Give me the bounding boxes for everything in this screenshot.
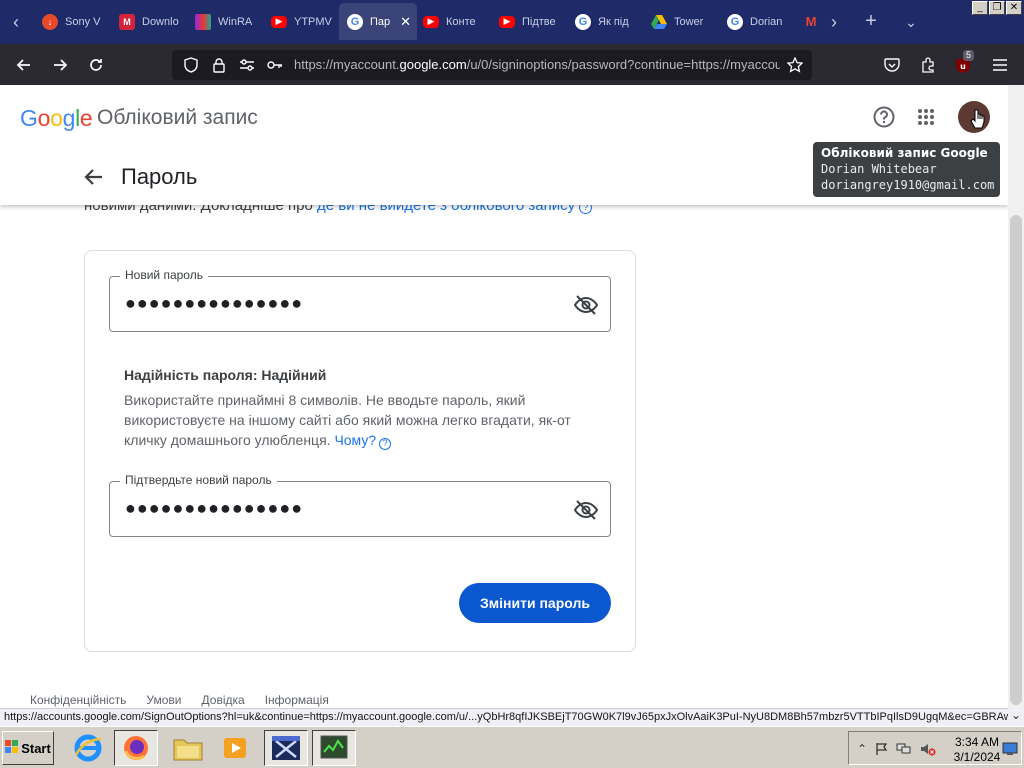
youtube-icon: ▶ bbox=[423, 15, 439, 28]
new-tab-icon[interactable]: + bbox=[860, 10, 882, 34]
google-logo[interactable]: Google bbox=[20, 105, 93, 132]
tooltip-name: Dorian Whitebear bbox=[821, 162, 937, 176]
permissions-icon[interactable] bbox=[238, 56, 256, 74]
tab-gmail[interactable]: M bbox=[795, 3, 819, 40]
url-text[interactable]: https://myaccount.google.com/u/0/signino… bbox=[294, 57, 780, 72]
web-page: новими даними. Докладніше про де ви не в… bbox=[0, 85, 1008, 708]
password-form-card: Новий пароль ●●●●●●●●●●●●●●● Надійність … bbox=[84, 250, 636, 652]
m-logo-icon: M bbox=[119, 13, 135, 30]
footer-link-about[interactable]: Інформація bbox=[265, 693, 329, 707]
media-player-icon[interactable] bbox=[214, 730, 258, 766]
close-window-icon[interactable]: ✕ bbox=[1006, 1, 1022, 15]
network-icon[interactable] bbox=[895, 740, 913, 758]
forward-icon[interactable] bbox=[47, 52, 73, 78]
page-title: Пароль bbox=[121, 164, 198, 189]
google-drive-icon bbox=[651, 14, 667, 30]
tab-download[interactable]: M Downlo bbox=[111, 3, 189, 40]
google-g-icon: G bbox=[575, 13, 591, 30]
extension-badge: 5 bbox=[963, 50, 975, 61]
action-center-flag-icon[interactable] bbox=[873, 740, 891, 758]
winrar-icon bbox=[195, 13, 211, 30]
google-g-icon: G bbox=[727, 13, 743, 30]
hide-password-eye-icon[interactable] bbox=[572, 291, 600, 319]
gmail-icon: M bbox=[805, 14, 817, 29]
clock-date: 3/1/2024 bbox=[953, 750, 1001, 764]
bookmark-star-icon[interactable] bbox=[786, 56, 804, 74]
browser-tab-bar: ‹ ↓ Sony V M Downlo WinRA ▶ YTPMV G Пар … bbox=[0, 0, 1024, 44]
reload-icon[interactable] bbox=[83, 52, 109, 78]
back-arrow-icon[interactable] bbox=[80, 164, 106, 190]
tab-winrar[interactable]: WinRA bbox=[187, 3, 265, 40]
new-password-value[interactable]: ●●●●●●●●●●●●●●● bbox=[125, 293, 303, 314]
list-tabs-icon[interactable]: ⌄ bbox=[900, 10, 922, 34]
account-title: Обліковий запис bbox=[97, 106, 258, 129]
minimize-window-icon[interactable]: _ bbox=[972, 1, 988, 15]
file-explorer-folder-icon[interactable] bbox=[166, 730, 210, 766]
browser-toolbar: https://myaccount.google.com/u/0/signino… bbox=[0, 44, 1024, 85]
help-icon[interactable] bbox=[870, 103, 898, 131]
tabs-scroll-left-icon[interactable]: ‹ bbox=[4, 10, 28, 34]
scrollbar-thumb[interactable] bbox=[1010, 215, 1022, 705]
download-icon: ↓ bbox=[42, 13, 58, 30]
lock-icon[interactable] bbox=[210, 56, 228, 74]
footer-link-terms[interactable]: Умови bbox=[146, 693, 181, 707]
system-tray: ⌃ 3:34 AM 3/1/2024 bbox=[848, 731, 1022, 765]
change-password-button[interactable]: Змінити пароль bbox=[459, 583, 611, 623]
tab-content[interactable]: ▶ Конте bbox=[415, 3, 493, 40]
tab-confirm[interactable]: ▶ Підтве bbox=[491, 3, 569, 40]
youtube-icon: ▶ bbox=[271, 15, 287, 28]
confirm-password-label: Підтвердьте новий пароль bbox=[120, 473, 277, 487]
new-password-field[interactable]: Новий пароль ●●●●●●●●●●●●●●● bbox=[109, 268, 611, 332]
tab-sony[interactable]: ↓ Sony V bbox=[34, 3, 112, 40]
password-strength: Надійність пароля: Надійний bbox=[124, 367, 327, 383]
status-bar-url: https://accounts.google.com/SignOutOptio… bbox=[0, 708, 1008, 726]
pocket-icon[interactable] bbox=[879, 52, 905, 78]
tab-password-active[interactable]: G Пар ✕ bbox=[339, 3, 417, 40]
footer-link-help[interactable]: Довідка bbox=[202, 693, 245, 707]
video-editor-icon[interactable] bbox=[264, 730, 308, 766]
firefox-icon[interactable] bbox=[114, 730, 158, 766]
start-button[interactable]: Start bbox=[2, 731, 54, 765]
tooltip-title: Обліковий запис Google bbox=[821, 146, 988, 160]
footer-links: Конфіденційність Умови Довідка Інформаці… bbox=[30, 693, 329, 707]
why-link[interactable]: Чому? bbox=[334, 432, 376, 448]
tooltip-email: doriangrey1910@gmail.com bbox=[821, 178, 995, 192]
confirm-password-value[interactable]: ●●●●●●●●●●●●●●● bbox=[125, 498, 303, 519]
menu-hamburger-icon[interactable] bbox=[987, 52, 1013, 78]
mouse-cursor-icon bbox=[970, 109, 986, 134]
tabs-scroll-right-icon[interactable]: › bbox=[822, 10, 846, 34]
clock[interactable]: 3:34 AM 3/1/2024 bbox=[949, 735, 1005, 765]
show-desktop-icon[interactable] bbox=[1001, 740, 1019, 758]
tab-dorian[interactable]: G Dorian bbox=[719, 3, 797, 40]
why-help-icon[interactable]: ? bbox=[379, 438, 392, 450]
close-tab-icon[interactable]: ✕ bbox=[400, 14, 411, 30]
volume-muted-icon[interactable] bbox=[919, 740, 937, 758]
windows-taskbar: Start ⌃ 3:34 AM 3/1/2024 bbox=[0, 726, 1024, 768]
footer-link-privacy[interactable]: Конфіденційність bbox=[30, 693, 126, 707]
shield-icon[interactable] bbox=[182, 56, 200, 74]
status-bar-chevron-icon[interactable]: ⌄ bbox=[1008, 708, 1024, 726]
internet-explorer-icon[interactable] bbox=[66, 730, 110, 766]
tab-ytpmv[interactable]: ▶ YTPMV bbox=[263, 3, 341, 40]
google-g-icon: G bbox=[347, 13, 363, 30]
restore-window-icon[interactable]: ❐ bbox=[989, 1, 1005, 15]
key-icon[interactable] bbox=[266, 56, 284, 74]
show-hidden-icons-chevron-icon[interactable]: ⌃ bbox=[853, 740, 871, 758]
hide-confirm-password-eye-icon[interactable] bbox=[572, 496, 600, 524]
confirm-password-field[interactable]: Підтвердьте новий пароль ●●●●●●●●●●●●●●● bbox=[109, 473, 611, 537]
google-apps-icon[interactable] bbox=[912, 103, 940, 131]
windows-logo-icon bbox=[5, 739, 19, 757]
clock-time: 3:34 AM bbox=[954, 735, 1000, 749]
task-manager-icon[interactable] bbox=[312, 730, 356, 766]
extensions-icon[interactable] bbox=[915, 52, 941, 78]
address-bar[interactable]: https://myaccount.google.com/u/0/signino… bbox=[172, 50, 812, 80]
back-icon[interactable] bbox=[11, 52, 37, 78]
youtube-icon: ▶ bbox=[499, 15, 515, 28]
tab-tower[interactable]: Tower bbox=[643, 3, 721, 40]
account-tooltip: Обліковий запис Google Dorian Whitebear … bbox=[813, 142, 1000, 197]
new-password-label: Новий пароль bbox=[120, 268, 208, 282]
svg-text:u: u bbox=[960, 62, 966, 71]
tab-how-to[interactable]: G Як під bbox=[567, 3, 645, 40]
password-hint: Використайте принаймні 8 символів. Не вв… bbox=[124, 392, 571, 450]
